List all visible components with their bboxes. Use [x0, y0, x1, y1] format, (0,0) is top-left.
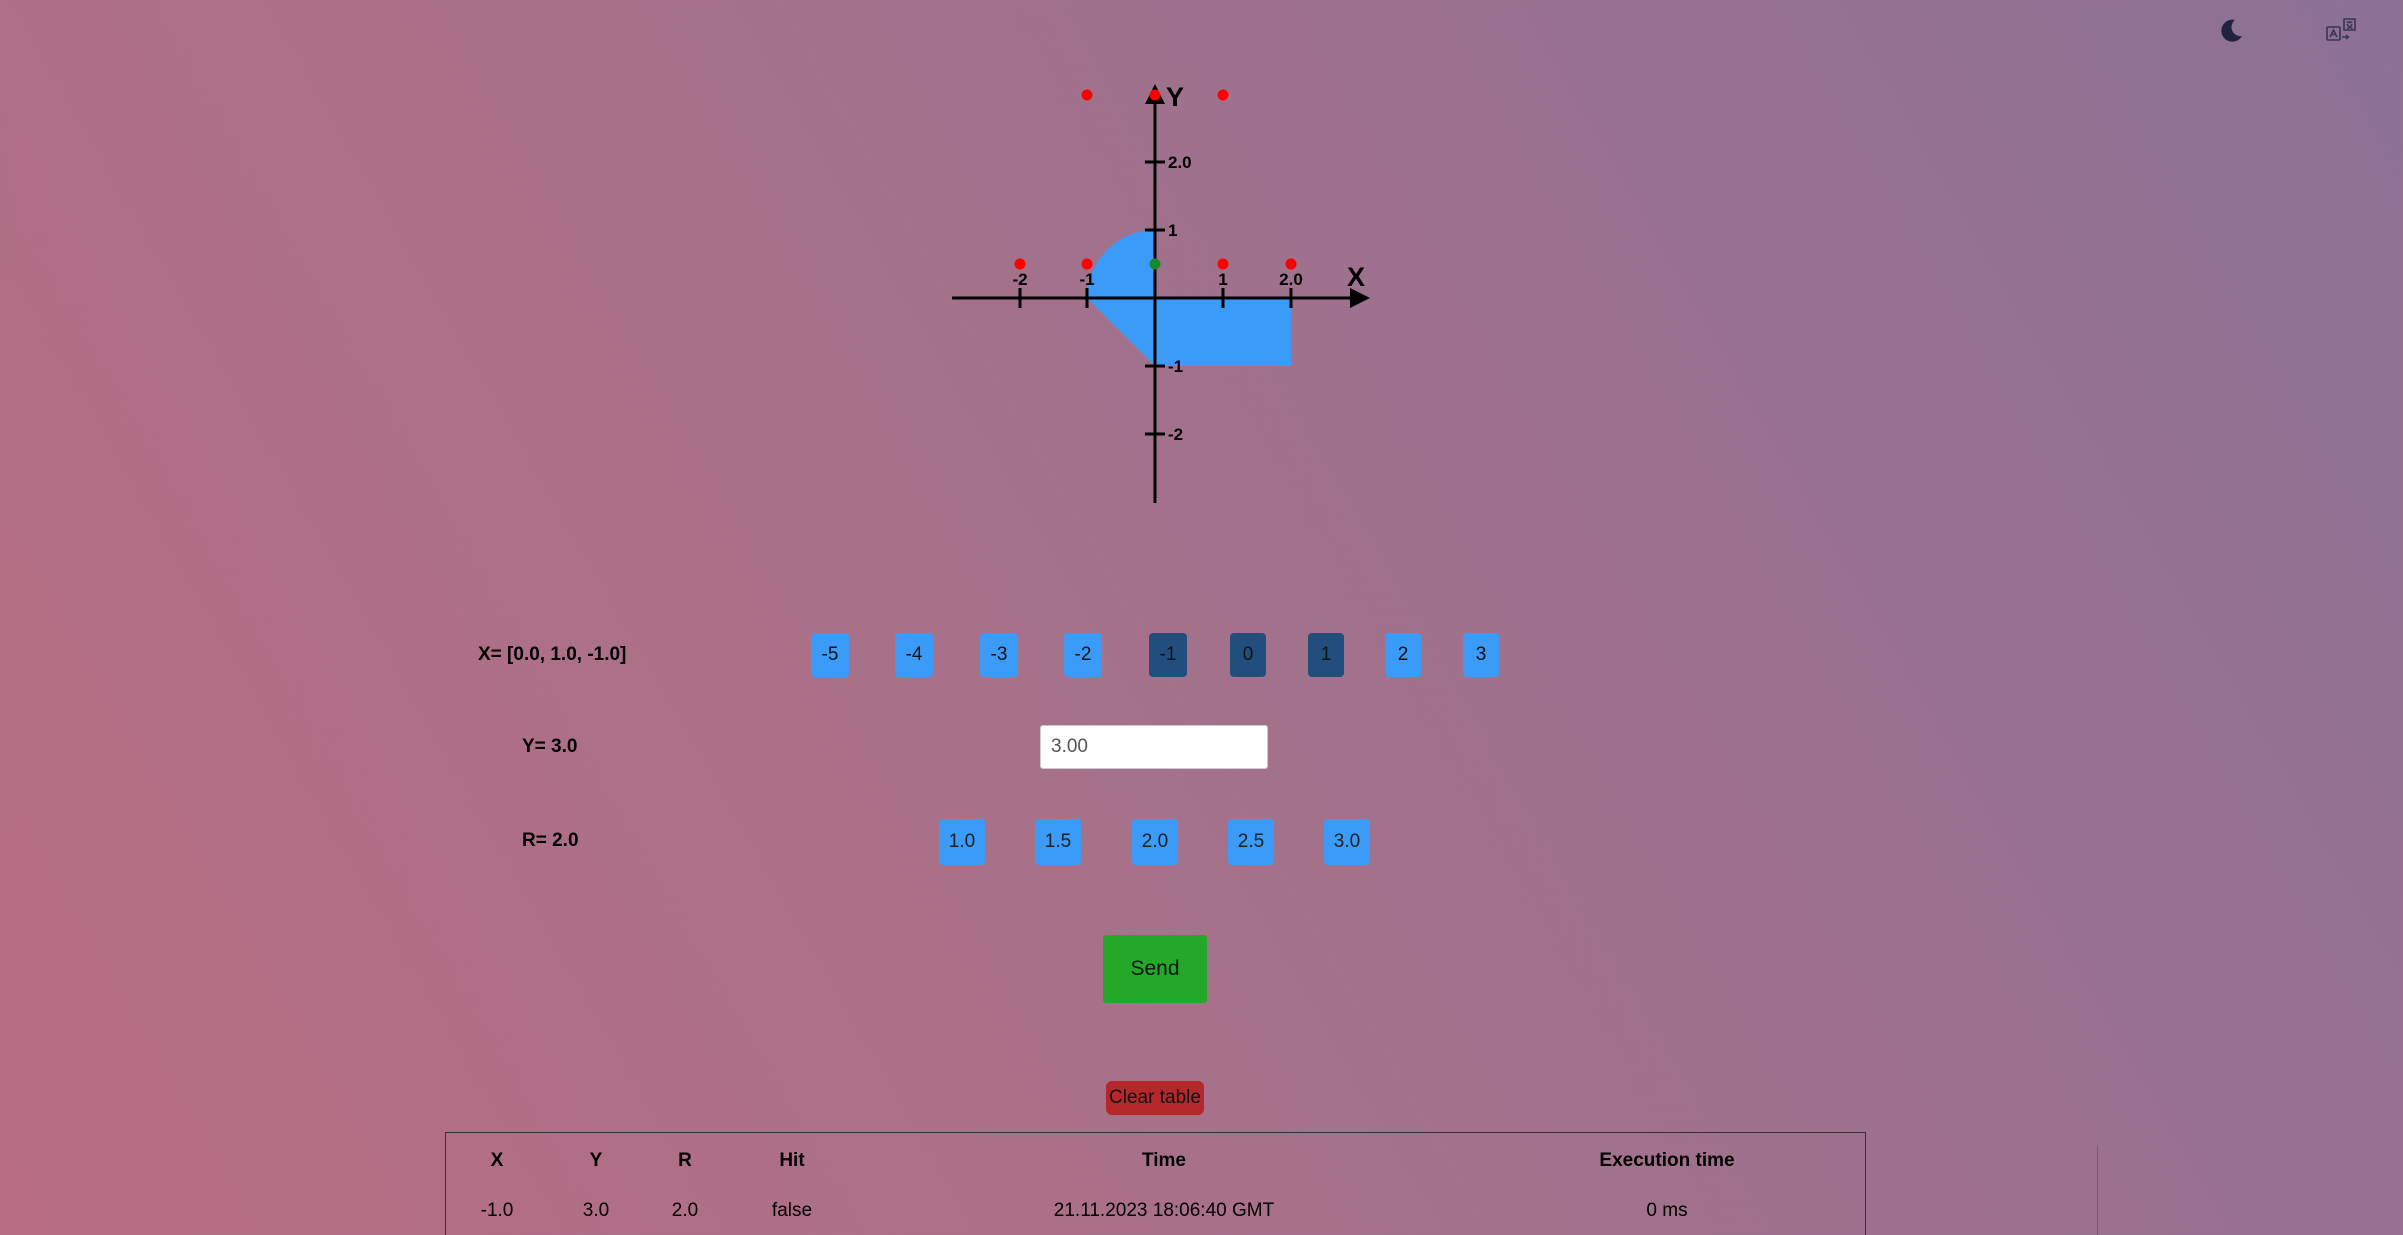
r-value-label: R= 2.0 [522, 830, 579, 851]
miss-point [1217, 89, 1229, 101]
table-cell: 0 ms [1646, 1200, 1688, 1221]
x-tick-label: 1 [1218, 270, 1227, 289]
column-header-execution-time: Execution time [1599, 1150, 1735, 1171]
coordinate-graph[interactable]: X Y -2 -1 1 2.0 2.0 1 -1 -2 [930, 65, 1370, 511]
y-value-label: Y= 3.0 [522, 736, 578, 757]
r-option-button[interactable]: 1.5 [1035, 819, 1081, 865]
x-tick-label: -2 [1012, 270, 1027, 289]
miss-point [1081, 89, 1093, 101]
x-tick-label: 2.0 [1279, 270, 1303, 289]
clear-table-button[interactable]: Clear table [1106, 1081, 1204, 1115]
x-tick-label: -1 [1079, 270, 1094, 289]
table-cell: -1.0 [480, 1200, 514, 1221]
y-input[interactable] [1040, 725, 1268, 769]
x-option-button[interactable]: -3 [980, 633, 1018, 677]
r-option-button[interactable]: 1.0 [939, 819, 985, 865]
table-cell: false [771, 1200, 813, 1221]
column-header-x: X [490, 1150, 504, 1171]
r-option-button[interactable]: 2.5 [1228, 819, 1274, 865]
send-button[interactable]: Send [1103, 935, 1207, 1003]
x-option-button[interactable]: -2 [1064, 633, 1102, 677]
miss-point [1081, 258, 1093, 270]
x-option-button[interactable]: -4 [895, 633, 933, 677]
x-axis-label: X [1347, 262, 1365, 292]
miss-point [1014, 258, 1026, 270]
x-option-button-selected[interactable]: -1 [1149, 633, 1187, 677]
y-tick-label: 1 [1168, 221, 1177, 240]
table-cell: 21.11.2023 18:06:40 GMT [1053, 1200, 1275, 1221]
miss-point [1217, 258, 1229, 270]
column-header-time: Time [1141, 1150, 1187, 1171]
translate-icon[interactable] [2322, 14, 2362, 48]
column-header-hit: Hit [779, 1150, 805, 1171]
table-cell: 3.0 [582, 1200, 610, 1221]
results-table: X Y R Hit Time Execution time -1.0 3.0 2… [445, 1132, 1866, 1235]
x-option-button-selected[interactable]: 0 [1230, 633, 1266, 677]
miss-point [1149, 89, 1161, 101]
x-selection-label: X= [0.0, 1.0, -1.0] [478, 644, 627, 665]
column-header-y: Y [589, 1150, 603, 1171]
moon-icon[interactable] [2214, 14, 2248, 48]
miss-point [1285, 258, 1297, 270]
r-option-button[interactable]: 3.0 [1324, 819, 1370, 865]
x-option-button[interactable]: 3 [1463, 633, 1499, 677]
y-axis-label: Y [1166, 82, 1184, 112]
divider [2097, 1145, 2098, 1235]
table-cell: 2.0 [671, 1200, 699, 1221]
x-option-button[interactable]: 2 [1385, 633, 1421, 677]
r-option-button[interactable]: 2.0 [1132, 819, 1178, 865]
hit-point [1149, 258, 1161, 270]
y-tick-label: 2.0 [1168, 153, 1192, 172]
column-header-r: R [678, 1150, 692, 1171]
x-option-button[interactable]: -5 [811, 633, 849, 677]
y-tick-label: -2 [1168, 425, 1183, 444]
x-option-button-selected[interactable]: 1 [1308, 633, 1344, 677]
y-tick-label: -1 [1168, 357, 1183, 376]
